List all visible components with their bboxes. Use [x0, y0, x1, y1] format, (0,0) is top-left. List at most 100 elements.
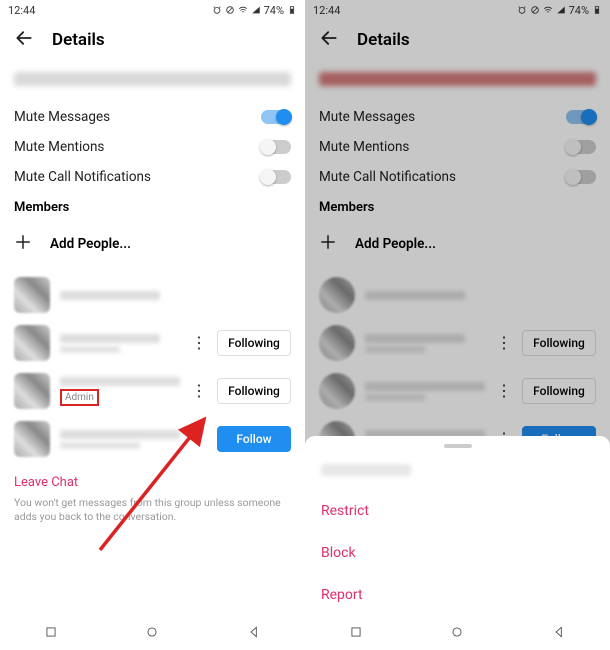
nav-back-icon[interactable] [552, 624, 566, 643]
avatar [14, 421, 50, 457]
member-row-0[interactable] [305, 271, 610, 319]
add-people-label: Add People... [355, 236, 436, 252]
android-navbar [305, 616, 610, 650]
mute-messages-label: Mute Messages [14, 109, 110, 125]
signal-icon [251, 5, 261, 15]
mute-mentions-label: Mute Mentions [14, 139, 104, 155]
nav-recent-icon[interactable] [349, 624, 363, 643]
leave-chat-link[interactable]: Leave Chat [0, 463, 305, 494]
sheet-report[interactable]: Report [305, 574, 610, 616]
sheet-restrict[interactable]: Restrict [305, 490, 610, 532]
avatar [319, 373, 355, 409]
member-row-1[interactable]: ⋮ Following [305, 319, 610, 367]
page-title: Details [357, 30, 410, 50]
dnd-icon [530, 5, 540, 15]
nav-home-icon[interactable] [450, 624, 464, 643]
alarm-icon [517, 5, 527, 15]
member-text [60, 430, 181, 449]
admin-badge: Admin [60, 389, 99, 406]
mute-mentions-row: Mute Mentions [305, 132, 610, 162]
mute-mentions-toggle[interactable] [566, 140, 596, 154]
avatar [14, 325, 50, 361]
alarm-icon [212, 5, 222, 15]
members-section-label: Members [305, 192, 610, 219]
leave-chat-note: You won't get messages from this group u… [0, 494, 305, 532]
screen-left: 12:44 74% Details Mute Messages [0, 0, 305, 650]
mute-messages-toggle[interactable] [261, 110, 291, 124]
mute-mentions-row: Mute Mentions [0, 132, 305, 162]
dnd-icon [225, 5, 235, 15]
member-action-sheet: Restrict Block Report [305, 436, 610, 650]
status-bar: 12:44 74% [0, 0, 305, 20]
more-options-icon[interactable]: ⋮ [496, 385, 512, 397]
member-text [365, 334, 486, 353]
nav-recent-icon[interactable] [44, 624, 58, 643]
more-options-icon[interactable]: ⋮ [191, 433, 207, 445]
signal-icon [556, 5, 566, 15]
more-options-icon[interactable]: ⋮ [496, 337, 512, 349]
wifi-icon [238, 5, 248, 15]
following-button[interactable]: Following [522, 378, 596, 404]
more-options-icon[interactable]: ⋮ [191, 385, 207, 397]
member-text [60, 291, 291, 300]
sheet-username-redacted [321, 464, 411, 476]
mute-messages-toggle[interactable] [566, 110, 596, 124]
member-row-3[interactable]: ⋮ Follow [0, 415, 305, 463]
back-arrow-icon[interactable] [14, 28, 34, 52]
mute-mentions-label: Mute Mentions [319, 139, 409, 155]
nav-home-icon[interactable] [145, 624, 159, 643]
mute-calls-toggle[interactable] [261, 170, 291, 184]
battery-icon [592, 5, 602, 15]
mute-messages-row: Mute Messages [305, 102, 610, 132]
android-navbar [0, 616, 305, 650]
status-bar: 12:44 74% [305, 0, 610, 20]
header: Details [0, 20, 305, 62]
chat-name-redacted [319, 72, 596, 86]
add-people-label: Add People... [50, 236, 131, 252]
wifi-icon [543, 5, 553, 15]
following-button[interactable]: Following [217, 378, 291, 404]
mute-mentions-toggle[interactable] [261, 140, 291, 154]
add-people-row[interactable]: Add People... [0, 219, 305, 271]
member-text [365, 382, 486, 401]
plus-icon [319, 233, 337, 255]
plus-icon [14, 233, 32, 255]
nav-back-icon[interactable] [247, 624, 261, 643]
more-options-icon[interactable]: ⋮ [191, 337, 207, 349]
mute-calls-toggle[interactable] [566, 170, 596, 184]
avatar [319, 277, 355, 313]
members-section-label: Members [0, 192, 305, 219]
avatar [319, 325, 355, 361]
sheet-header [305, 454, 610, 490]
mute-messages-label: Mute Messages [319, 109, 415, 125]
header: Details [305, 20, 610, 62]
add-people-row[interactable]: Add People... [305, 219, 610, 271]
following-button[interactable]: Following [522, 330, 596, 356]
member-text: Admin [60, 377, 181, 406]
member-text [365, 291, 596, 300]
avatar [14, 373, 50, 409]
screen-right: 12:44 74% Details Mute Messages [305, 0, 610, 650]
avatar [14, 277, 50, 313]
mute-calls-label: Mute Call Notifications [14, 169, 151, 185]
battery-icon [287, 5, 297, 15]
following-button[interactable]: Following [217, 330, 291, 356]
member-row-2[interactable]: Admin ⋮ Following [0, 367, 305, 415]
sheet-block[interactable]: Block [305, 532, 610, 574]
member-row-2[interactable]: ⋮ Following [305, 367, 610, 415]
member-row-0[interactable] [0, 271, 305, 319]
status-time: 12:44 [8, 4, 35, 17]
status-time: 12:44 [313, 4, 340, 17]
sheet-handle[interactable] [444, 444, 472, 448]
chat-name-redacted [14, 72, 291, 86]
page-title: Details [52, 30, 105, 50]
mute-calls-label: Mute Call Notifications [319, 169, 456, 185]
member-text [60, 334, 181, 353]
status-icons: 74% [212, 4, 297, 17]
battery-text: 74% [264, 4, 284, 17]
mute-calls-row: Mute Call Notifications [305, 162, 610, 192]
mute-messages-row: Mute Messages [0, 102, 305, 132]
member-row-1[interactable]: ⋮ Following [0, 319, 305, 367]
back-arrow-icon[interactable] [319, 28, 339, 52]
follow-button[interactable]: Follow [217, 426, 291, 452]
